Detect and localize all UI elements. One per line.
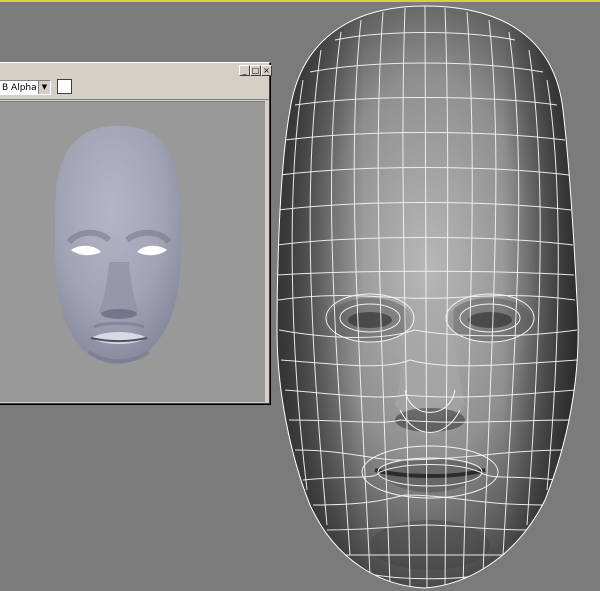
chevron-down-icon[interactable]: ▼ [38, 81, 50, 94]
toolbar-divider [0, 99, 269, 100]
rendered-frame-window[interactable]: _ □ × B Alpha ▼ [0, 62, 272, 404]
render-canvas [0, 101, 265, 402]
wireframe-head-mesh[interactable] [265, 0, 595, 591]
close-button[interactable]: × [261, 65, 272, 76]
color-swatch[interactable] [57, 79, 72, 94]
rendered-face-image [54, 125, 181, 364]
minimize-button[interactable]: _ [239, 65, 250, 76]
channel-select[interactable]: B Alpha ▼ [0, 80, 51, 95]
channel-select-value: B Alpha [2, 83, 37, 93]
window-titlebar[interactable]: _ □ × [0, 63, 272, 77]
render-toolbar: B Alpha ▼ [0, 77, 269, 99]
maximize-button[interactable]: □ [250, 65, 261, 76]
